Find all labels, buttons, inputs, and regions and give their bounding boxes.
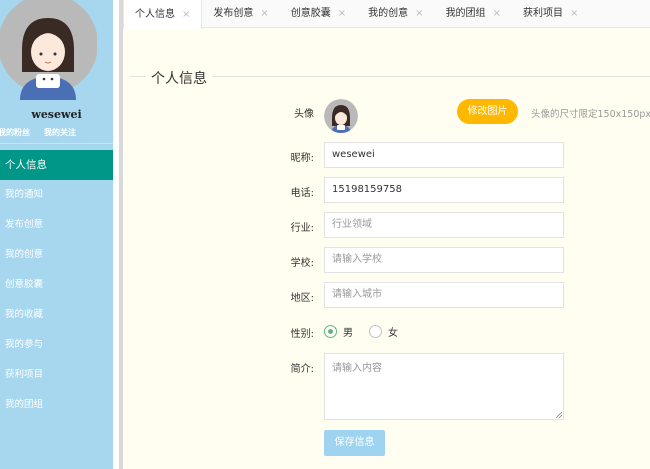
close-icon[interactable]: ×: [182, 1, 190, 29]
section-title: 个人信息: [151, 68, 207, 88]
sidebar-item-idea-capsule[interactable]: 创意胶囊: [0, 270, 113, 300]
save-button[interactable]: 保存信息: [324, 430, 385, 456]
sidebar-item-profile[interactable]: 个人信息: [0, 150, 113, 180]
bio-placeholder: 请输入内容: [332, 363, 382, 374]
tab-label: 创意胶囊: [290, 8, 331, 19]
username: wesewei: [31, 108, 82, 121]
tab-profit-projects[interactable]: 获利项目 ×: [512, 0, 589, 28]
sidebar-item-profit-projects[interactable]: 获利项目: [0, 360, 113, 390]
gender-label: 性别:: [290, 329, 314, 340]
legend-line-right: [212, 76, 650, 77]
sidebar-item-favorites[interactable]: 我的收藏: [0, 300, 113, 330]
avatar: [324, 99, 358, 133]
tab-my-groups[interactable]: 我的团组 ×: [435, 0, 512, 28]
resize-handle-icon[interactable]: [555, 411, 562, 418]
follow-links: 我的粉丝 我的关注: [0, 127, 113, 138]
gender-male-label: 男: [343, 328, 353, 339]
nickname-field[interactable]: wesewei: [324, 142, 564, 168]
tab-bar: 个人信息 × 发布创意 × 创意胶囊 × 我的创意 × 我的团组 × 获利项目 …: [123, 0, 650, 29]
close-icon[interactable]: ×: [338, 0, 346, 28]
sidebar-item-my-groups[interactable]: 我的团组: [0, 390, 113, 420]
avatar-label: 头像: [294, 109, 314, 120]
sidebar-item-notifications[interactable]: 我的通知: [0, 180, 113, 210]
tab-label: 我的创意: [368, 8, 409, 19]
followers-link[interactable]: 我的粉丝: [0, 127, 30, 138]
tab-label: 获利项目: [522, 8, 563, 19]
tab-my-ideas[interactable]: 我的创意 ×: [357, 0, 434, 28]
industry-label: 行业:: [290, 223, 314, 234]
profile-avatar[interactable]: [0, 0, 97, 100]
close-icon[interactable]: ×: [570, 0, 578, 28]
close-icon[interactable]: ×: [493, 0, 501, 28]
gender-male-radio[interactable]: 男: [324, 324, 353, 339]
sidebar-item-publish-idea[interactable]: 发布创意: [0, 210, 113, 240]
phone-field[interactable]: 15198159758: [324, 177, 564, 203]
bio-label: 简介:: [290, 364, 314, 375]
region-label: 地区:: [290, 293, 314, 304]
radio-unchecked-icon: [369, 325, 382, 338]
gender-female-radio[interactable]: 女: [369, 324, 398, 339]
tab-idea-capsule[interactable]: 创意胶囊 ×: [280, 0, 357, 28]
close-icon[interactable]: ×: [415, 0, 423, 28]
region-field[interactable]: 请输入城市: [324, 282, 564, 308]
school-field[interactable]: 请输入学校: [324, 247, 564, 273]
phone-label: 电话:: [290, 188, 314, 199]
avatar-size-hint: 头像的尺寸限定150x150px,大: [531, 109, 650, 120]
sidebar-item-participation[interactable]: 我的参与: [0, 330, 113, 360]
radio-checked-icon: [324, 325, 337, 338]
sidebar-item-my-ideas[interactable]: 我的创意: [0, 240, 113, 270]
legend-line-left: [130, 76, 146, 77]
tab-profile[interactable]: 个人信息 ×: [123, 0, 203, 29]
close-icon[interactable]: ×: [260, 0, 268, 28]
gender-female-label: 女: [388, 328, 398, 339]
sidebar-nav: 个人信息 我的通知 发布创意 我的创意 创意胶囊 我的收藏 我的参与 获利项目 …: [0, 150, 113, 420]
industry-field[interactable]: 行业领域: [324, 212, 564, 238]
following-link[interactable]: 我的关注: [44, 127, 76, 138]
tab-label: 发布创意: [213, 8, 254, 19]
tab-label: 我的团组: [445, 8, 486, 19]
sidebar: wesewei 我的粉丝 我的关注 个人信息 我的通知 发布创意 我的创意 创意…: [0, 0, 113, 469]
tab-publish-idea[interactable]: 发布创意 ×: [202, 0, 279, 28]
scrollbar[interactable]: [119, 0, 123, 469]
sidebar-divider: [0, 143, 113, 144]
school-label: 学校:: [290, 258, 314, 269]
bio-textarea[interactable]: 请输入内容: [324, 353, 564, 420]
tab-label: 个人信息: [135, 8, 175, 20]
change-avatar-button[interactable]: 修改图片: [457, 99, 518, 124]
nickname-label: 昵称:: [290, 153, 314, 164]
